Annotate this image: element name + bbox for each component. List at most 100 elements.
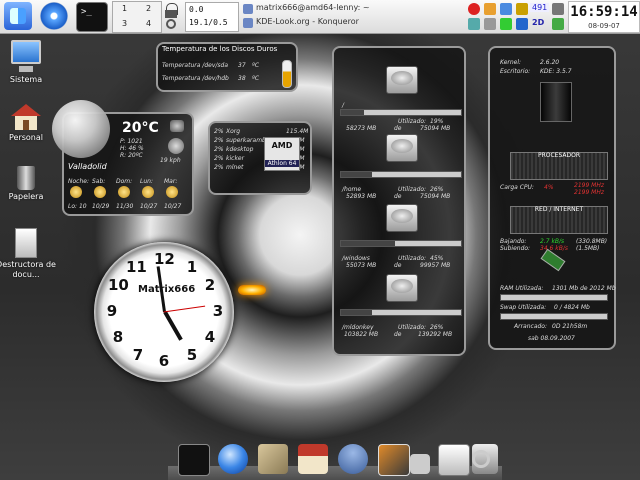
dock-photo-icon[interactable]: [378, 444, 410, 476]
uptime-label: Arrancado:: [514, 323, 547, 330]
pager-desktop-2[interactable]: 2: [137, 2, 160, 16]
terminal-button[interactable]: >_: [76, 2, 108, 32]
disk-de: de: [394, 262, 402, 269]
forecast-sun-icon: [70, 186, 82, 198]
desktop-icon-system[interactable]: Sistema: [0, 40, 56, 85]
pager-desktop-3[interactable]: 3: [113, 17, 136, 31]
process-name: superkaramba: [226, 137, 270, 144]
terminal-task-icon: [243, 4, 253, 14]
dock-mail-stamp-icon[interactable]: [258, 444, 288, 474]
bluetooth-icon[interactable]: [516, 18, 528, 30]
disk-total: 75094 MB: [420, 193, 451, 200]
clipboard-icon[interactable]: [468, 18, 480, 30]
desktop-pager: 1 2 3 4: [112, 1, 162, 33]
volume-icon[interactable]: [484, 18, 496, 30]
cpu-load-label: Carga CPU:: [500, 184, 534, 191]
power-icon[interactable]: [166, 19, 176, 29]
dock-network-globe-icon[interactable]: [218, 444, 248, 474]
sun-icon[interactable]: [516, 3, 528, 15]
debian-icon[interactable]: [468, 3, 480, 15]
disk-usage-widget: / Utilizado: 19% 58273 MB de 75094 MB /h…: [332, 46, 466, 356]
konqueror-task-icon: [243, 18, 253, 28]
disk-mount: /: [342, 102, 345, 109]
tray-2d-label[interactable]: 2D: [532, 18, 544, 27]
monitor-stand-icon: [19, 66, 33, 72]
lock-icon[interactable]: [165, 3, 178, 18]
finder-icon[interactable]: [4, 2, 32, 30]
clock-hour-hand: [163, 311, 183, 341]
desktop-icon-trash[interactable]: Papelera: [0, 166, 56, 202]
forecast-day: Dom:: [116, 178, 133, 185]
system-monitor-widget: Kernel: 2.6.20 Escritorio: KDE: 3.5.7 PR…: [488, 46, 616, 350]
printer-icon[interactable]: [552, 3, 564, 15]
upload-speed: 34.6 kB/s: [540, 245, 569, 252]
flame-decoration-icon: [238, 285, 266, 295]
disk-usage-fill: [341, 310, 373, 315]
taskbar-item-konqueror[interactable]: KDE-Look.org - Konqueror: [256, 17, 359, 26]
upload-label: Subiendo:: [500, 245, 531, 252]
system-tray: 491 2D: [466, 2, 564, 32]
analog-clock[interactable]: 12 1 2 3 4 5 6 7 8 9 10 11 Matrix666: [94, 242, 234, 382]
pager-desktop-4[interactable]: 4: [137, 17, 160, 31]
system-date: sab 08.09.2007: [528, 335, 575, 342]
weather-temperature: 20°C: [122, 120, 159, 136]
process-pct: 2%: [214, 137, 224, 144]
monitor-icon: [11, 40, 41, 64]
hdd-temperature-title: Temperatura de los Discos Duros: [162, 45, 278, 53]
clock-date: 08-09-07: [588, 22, 620, 30]
kernel-label: Kernel:: [500, 59, 522, 66]
dock-media-player-icon[interactable]: [410, 454, 430, 474]
clock-number-1: 1: [186, 258, 198, 276]
desktop-icon-shredder[interactable]: Destructora de docu...: [0, 228, 58, 280]
desktop-icon-personal[interactable]: Personal: [0, 104, 56, 143]
update-icon[interactable]: [552, 18, 564, 30]
clock-number-3: 3: [212, 302, 224, 320]
disk-pct: 45%: [430, 255, 444, 262]
download-label: Bajando:: [500, 238, 527, 245]
hdd-temperature-widget: Temperatura de los Discos Duros Temperat…: [156, 42, 298, 92]
hdd-temp-label: Temperatura /dev/hdb: [162, 75, 229, 82]
wind-icon: [168, 138, 184, 154]
cpu-graph: PROCESADOR: [510, 152, 608, 180]
desktop-label: Escritorio:: [500, 68, 531, 75]
cpu-chip-brand: AMD: [271, 141, 293, 150]
disk-pct: 19%: [430, 118, 444, 125]
browser-compass-icon[interactable]: [40, 2, 68, 30]
disk-mount: /home: [342, 186, 362, 193]
upload-total: (1.5MB): [576, 245, 600, 252]
pager-desktop-1[interactable]: 1: [113, 2, 136, 16]
forecast-sun-icon: [166, 186, 178, 198]
disk-total: 75094 MB: [420, 125, 451, 132]
forecast-day: Mar:: [164, 178, 178, 185]
terminal-icon: >_: [81, 7, 92, 17]
cpu-chip-model: Athlon 64: [265, 160, 299, 167]
trash-icon: [17, 166, 35, 190]
dock-users-icon[interactable]: [338, 444, 368, 474]
forecast-sun-icon: [142, 186, 154, 198]
hard-disk-icon: [386, 66, 418, 94]
hdd-temp-unit: ºC: [252, 62, 260, 69]
disk-total: 99957 MB: [420, 262, 451, 269]
notes-icon[interactable]: [484, 3, 496, 15]
disk-used-label: Utilizado:: [398, 324, 427, 331]
disk-de: de: [394, 331, 402, 338]
clock-number-9: 9: [106, 302, 118, 320]
swap-bar: [500, 313, 608, 320]
clock-number-12: 12: [154, 250, 175, 268]
dock-linux-penguin-icon[interactable]: [438, 444, 470, 476]
process-monitor-widget: 2% Xorg 115.4M 2% superkaramba 44.8M 2% …: [208, 121, 312, 195]
chat-icon[interactable]: [500, 18, 512, 30]
shredder-icon: [15, 228, 37, 258]
taskbar-item-terminal[interactable]: matrix666@amd64-lenny: ~: [256, 3, 370, 12]
disk-total: 139292 MB: [418, 331, 453, 338]
tray-counter[interactable]: 491: [530, 3, 550, 12]
dock-terminal-icon[interactable]: [178, 444, 210, 476]
digital-clock[interactable]: 16:59:14 08-09-07: [568, 1, 640, 33]
download-icon[interactable]: [500, 3, 512, 15]
cpu-chip-icon: AMD Athlon 64: [264, 137, 300, 171]
dock-home-icon[interactable]: [298, 444, 328, 474]
disk-used-label: Utilizado:: [398, 118, 427, 125]
ram-module-icon: [540, 248, 566, 272]
dock-search-magnifier-icon[interactable]: [472, 450, 490, 468]
process-mem: 115.4M: [286, 128, 309, 135]
